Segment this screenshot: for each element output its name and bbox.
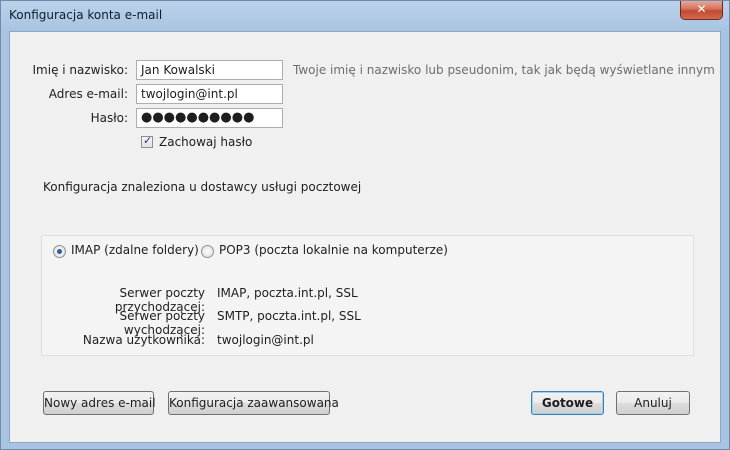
window-title: Konfiguracja konta e-mail	[9, 8, 163, 22]
password-label: Hasło:	[90, 111, 128, 125]
imap-radio[interactable]	[53, 245, 66, 258]
email-input[interactable]: twojlogin@int.pl	[136, 84, 283, 104]
close-button[interactable]: ✕	[680, 1, 723, 20]
done-button[interactable]: Gotowe	[531, 391, 604, 415]
remember-password-label[interactable]: Zachowaj hasło	[159, 135, 252, 149]
username-value: twojlogin@int.pl	[217, 333, 314, 347]
title-bar[interactable]: Konfiguracja konta e-mail ✕	[1, 1, 729, 31]
name-label: Imię i nazwisko:	[32, 63, 128, 77]
email-account-setup-dialog: Konfiguracja konta e-mail ✕ Imię i nazwi…	[0, 0, 730, 450]
radio-selected-dot	[57, 249, 62, 254]
close-icon: ✕	[696, 2, 707, 16]
username-label: Nazwa użytkownika:	[82, 333, 205, 347]
checkmark-icon: ✓	[143, 134, 153, 147]
new-address-button[interactable]: Nowy adres e-mail	[43, 391, 156, 415]
name-input[interactable]: Jan Kowalski	[136, 60, 283, 80]
dialog-content: Imię i nazwisko: Jan Kowalski Twoje imię…	[9, 31, 721, 443]
advanced-config-button[interactable]: Konfiguracja zaawansowana	[168, 391, 339, 415]
cancel-button[interactable]: Anuluj	[616, 391, 690, 415]
name-hint: Twoje imię i nazwisko lub pseudonim, tak…	[293, 63, 715, 77]
password-input[interactable]: ●●●●●●●●●●	[136, 108, 283, 128]
server-settings-panel: IMAP (zdalne foldery) POP3 (poczta lokal…	[41, 235, 694, 356]
pop3-radio[interactable]	[201, 245, 214, 258]
email-label: Adres e-mail:	[48, 87, 128, 101]
pop3-label[interactable]: POP3 (poczta lokalnie na komputerze)	[219, 243, 448, 257]
config-found-text: Konfiguracja znaleziona u dostawcy usług…	[43, 180, 362, 194]
remember-password-checkbox[interactable]: ✓	[141, 134, 153, 148]
outgoing-server-value: SMTP, poczta.int.pl, SSL	[217, 309, 361, 323]
incoming-server-value: IMAP, poczta.int.pl, SSL	[217, 286, 358, 300]
imap-label[interactable]: IMAP (zdalne foldery)	[71, 243, 199, 257]
